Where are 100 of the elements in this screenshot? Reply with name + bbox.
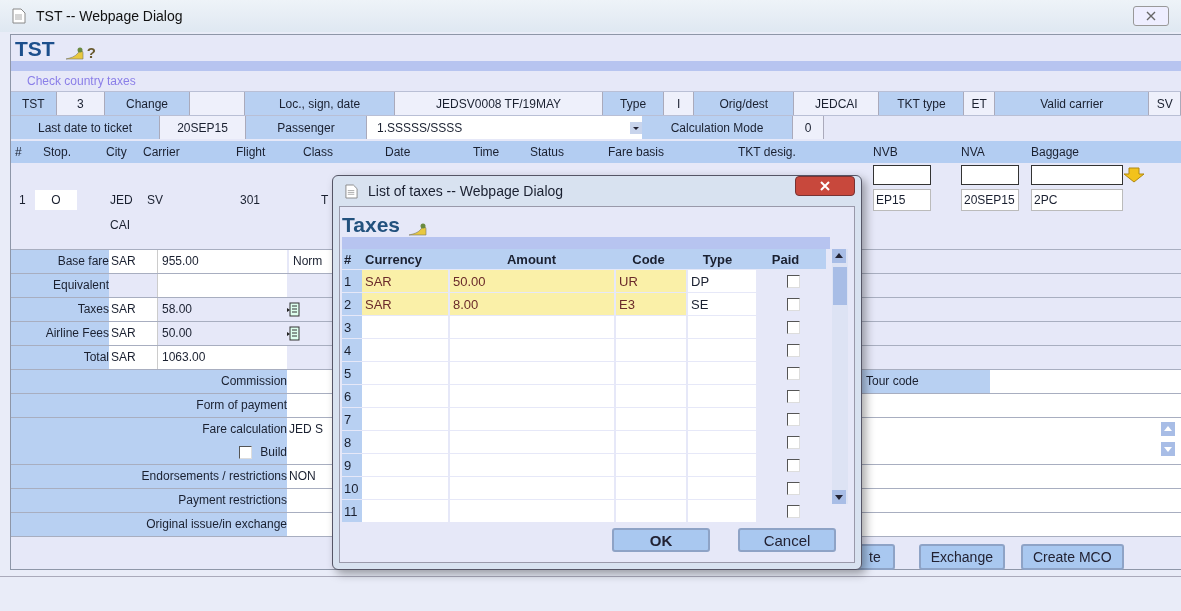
nva-field[interactable]: 20SEP15 [961,189,1019,211]
amount-field[interactable] [450,454,614,476]
currency-field[interactable]: SAR [109,346,157,369]
baggage-field[interactable]: 2PC [1031,189,1123,211]
type-field[interactable] [688,339,756,361]
currency-field[interactable] [362,339,448,361]
type-field[interactable] [688,362,756,384]
currency-field[interactable] [362,477,448,499]
input-field[interactable] [873,165,931,185]
row-number: 2 [342,293,362,315]
amount-field[interactable]: 1063.00 [157,346,287,369]
amount-field[interactable] [450,500,614,522]
stop-field[interactable]: O [35,190,77,210]
bird-icon [408,221,428,237]
city-from: JED [109,193,134,207]
type-field[interactable]: DP [688,270,756,292]
close-button[interactable] [1133,6,1169,26]
currency-field[interactable] [362,408,448,430]
amount-field[interactable] [157,274,287,297]
code-field[interactable]: UR [616,270,686,292]
amount-field[interactable] [450,316,614,338]
code-field[interactable] [616,316,686,338]
close-icon [820,181,830,191]
fare-label: Taxes [11,298,109,321]
checkbox[interactable] [787,366,800,380]
code-field[interactable] [616,454,686,476]
action-button[interactable]: Create MCO [1020,544,1124,570]
scroll-thumb[interactable] [833,267,847,305]
type-field[interactable] [688,316,756,338]
checkbox[interactable] [787,297,800,311]
code-field[interactable] [616,477,686,499]
input-field[interactable] [961,165,1019,185]
field-value: 3 [56,92,105,115]
checkbox[interactable] [787,504,800,518]
action-button[interactable]: Exchange [918,544,1005,570]
row-number: 11 [342,500,362,522]
help-icon[interactable]: ? [86,44,96,61]
type-field[interactable]: SE [688,293,756,315]
currency-field[interactable]: SAR [362,293,448,315]
down-arrow-icon[interactable] [1123,167,1145,183]
amount-field[interactable]: 955.00 [157,250,287,273]
code-field[interactable]: E3 [616,293,686,315]
currency-field[interactable] [362,316,448,338]
amount-field[interactable] [450,339,614,361]
dialog-button[interactable]: Cancel [738,528,836,552]
list-icon[interactable] [287,302,300,317]
list-icon[interactable] [287,326,300,341]
checkbox[interactable] [787,320,800,334]
scrollbar[interactable] [832,249,848,504]
currency-field[interactable] [362,431,448,453]
currency-field[interactable]: SAR [109,298,157,321]
currency-field[interactable] [362,362,448,384]
flight-number: 301 [239,193,262,207]
checkbox[interactable] [787,435,800,449]
currency-field[interactable] [362,385,448,407]
checkbox[interactable] [787,481,800,495]
amount-field[interactable] [450,477,614,499]
scroll-down-icon[interactable] [832,490,846,504]
type-field[interactable] [688,408,756,430]
bird-icon [64,45,85,61]
row-number: 9 [342,454,362,476]
nvb-field[interactable]: EP15 [873,189,931,211]
code-field[interactable] [616,339,686,361]
type-field[interactable] [688,454,756,476]
passenger-dropdown[interactable]: 1.SSSSS/SSSS [367,116,642,139]
type-field[interactable] [688,431,756,453]
checkbox[interactable] [239,445,253,459]
checkbox[interactable] [787,343,800,357]
currency-field[interactable] [362,454,448,476]
amount-field[interactable] [450,408,614,430]
code-field[interactable] [616,431,686,453]
type-field[interactable] [688,500,756,522]
field-label: Change [104,92,191,115]
currency-field[interactable]: SAR [109,250,157,273]
input-field[interactable] [1031,165,1123,185]
checkbox[interactable] [787,458,800,472]
code-field[interactable] [616,362,686,384]
currency-field[interactable]: SAR [109,322,157,345]
page-heading: TST [15,37,55,61]
amount-field[interactable]: 50.00 [450,270,614,292]
amount-field[interactable]: 8.00 [450,293,614,315]
currency-field[interactable]: SAR [362,270,448,292]
field-label: TKT type [879,92,965,115]
code-field[interactable] [616,500,686,522]
code-field[interactable] [616,408,686,430]
type-field[interactable] [688,385,756,407]
checkbox[interactable] [787,412,800,426]
type-field[interactable] [688,477,756,499]
checkbox[interactable] [787,389,800,403]
checkbox[interactable] [787,274,800,288]
fare-type-field[interactable]: Norm [289,250,333,273]
amount-field[interactable] [450,385,614,407]
code-field[interactable] [616,385,686,407]
amount-field[interactable] [450,362,614,384]
currency-field[interactable] [362,500,448,522]
close-button[interactable] [795,176,855,196]
scroll-up-icon[interactable] [832,249,846,263]
dialog-button[interactable]: OK [612,528,710,552]
amount-field[interactable] [450,431,614,453]
ticket-field-label: Payment restrictions [11,489,287,512]
